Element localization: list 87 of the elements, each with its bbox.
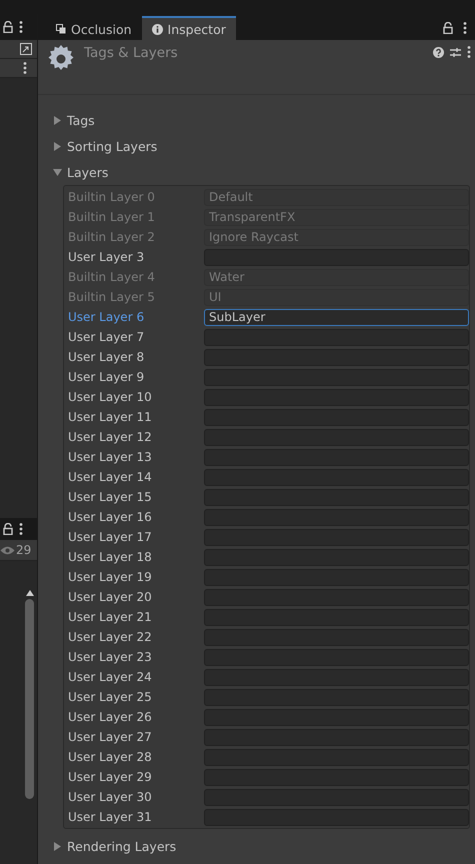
more-icon[interactable] (23, 62, 27, 74)
layer-name-field[interactable] (204, 388, 469, 406)
inspector-title: Tags & Layers (84, 45, 178, 63)
layer-name-field[interactable] (204, 788, 469, 806)
visible-count: 29 (16, 543, 32, 557)
more-icon[interactable] (19, 523, 23, 535)
layer-name-field[interactable] (204, 428, 469, 446)
layer-label: User Layer 3 (68, 250, 146, 264)
layer-label: Builtin Layer 0 (68, 190, 156, 204)
tab[interactable]: Inspector (142, 16, 236, 40)
layer-label: User Layer 15 (68, 490, 153, 504)
tab[interactable]: Occlusion (46, 16, 142, 40)
layer-label: User Layer 25 (68, 690, 153, 704)
layer-label: User Layer 16 (68, 510, 153, 524)
lock-icon[interactable] (443, 22, 453, 34)
layer-label: User Layer 12 (68, 430, 153, 444)
caret-right-icon (53, 116, 62, 124)
layer-name-field[interactable] (204, 688, 469, 706)
more-icon[interactable] (467, 46, 471, 58)
more-icon[interactable] (19, 21, 23, 33)
help-icon[interactable] (433, 46, 444, 58)
layer-name-field[interactable] (204, 248, 469, 266)
layer-label: User Layer 11 (68, 410, 153, 424)
layer-label: User Layer 8 (68, 350, 146, 364)
scrollbar-thumb[interactable] (25, 599, 34, 799)
caret-down-icon (53, 168, 62, 176)
layer-name-field[interactable] (204, 588, 469, 606)
layer-name-field[interactable] (204, 448, 469, 466)
layer-name-field[interactable] (204, 368, 469, 386)
layer-name-field[interactable] (204, 628, 469, 646)
layer-label: User Layer 24 (68, 670, 153, 684)
layer-label: User Layer 7 (68, 330, 146, 344)
layer-label: User Layer 27 (68, 730, 153, 744)
scroll-up-icon[interactable] (26, 590, 34, 596)
layer-label: User Layer 28 (68, 750, 153, 764)
layer-label: User Layer 20 (68, 590, 153, 604)
layer-name-field[interactable] (204, 508, 469, 526)
layer-label: User Layer 26 (68, 710, 153, 724)
layer-label: User Layer 19 (68, 570, 153, 584)
layer-label: User Layer 18 (68, 550, 153, 564)
layer-label: User Layer 23 (68, 650, 153, 664)
lock-icon[interactable] (3, 21, 13, 33)
eye-icon[interactable] (0, 546, 15, 554)
layer-name-field[interactable] (204, 408, 469, 426)
layer-name-field[interactable] (204, 708, 469, 726)
layer-name-field[interactable] (204, 648, 469, 666)
occlusion-icon (56, 24, 66, 34)
layer-label: User Layer 14 (68, 470, 153, 484)
layer-label: User Layer 31 (68, 810, 153, 824)
layer-name-field[interactable] (204, 668, 469, 686)
layer-name-field[interactable] (204, 568, 469, 586)
layer-label: Builtin Layer 2 (68, 230, 156, 244)
layer-name-field[interactable] (204, 748, 469, 766)
layer-name-field[interactable] (204, 348, 469, 366)
foldout[interactable]: Layers (53, 159, 108, 185)
layer-name-field[interactable] (204, 488, 469, 506)
layer-label: User Layer 29 (68, 770, 153, 784)
more-icon[interactable] (463, 22, 467, 34)
layer-label: Builtin Layer 5 (68, 290, 156, 304)
layer-label: User Layer 13 (68, 450, 153, 464)
layer-name-field[interactable] (204, 808, 469, 826)
layer-label: User Layer 22 (68, 630, 153, 644)
layer-name-field[interactable] (204, 328, 469, 346)
foldout[interactable]: Sorting Layers (53, 133, 158, 159)
layer-label: User Layer 10 (68, 390, 153, 404)
expand-window-icon[interactable] (20, 43, 32, 55)
layer-label: User Layer 6 (68, 310, 146, 324)
caret-right-icon (53, 142, 62, 150)
layer-name-field[interactable] (204, 548, 469, 566)
layer-name-field[interactable]: SubLayer (204, 308, 469, 326)
layer-label: User Layer 21 (68, 610, 153, 624)
layer-name-field[interactable] (204, 468, 469, 486)
foldout[interactable]: Tags (53, 107, 95, 133)
layer-label: Builtin Layer 1 (68, 210, 156, 224)
layer-name-field[interactable] (204, 728, 469, 746)
layer-label: User Layer 9 (68, 370, 146, 384)
lock-icon[interactable] (3, 523, 13, 535)
layer-label: Builtin Layer 4 (68, 270, 156, 284)
layer-name-field[interactable] (204, 608, 469, 626)
layer-label: User Layer 17 (68, 530, 153, 544)
layer-label: User Layer 30 (68, 790, 153, 804)
layer-name-field[interactable] (204, 528, 469, 546)
layer-name-field[interactable] (204, 768, 469, 786)
info-icon (152, 24, 163, 34)
caret-right-icon (53, 842, 62, 850)
sliders-icon[interactable] (450, 46, 461, 58)
foldout[interactable]: Rendering Layers (53, 833, 176, 859)
